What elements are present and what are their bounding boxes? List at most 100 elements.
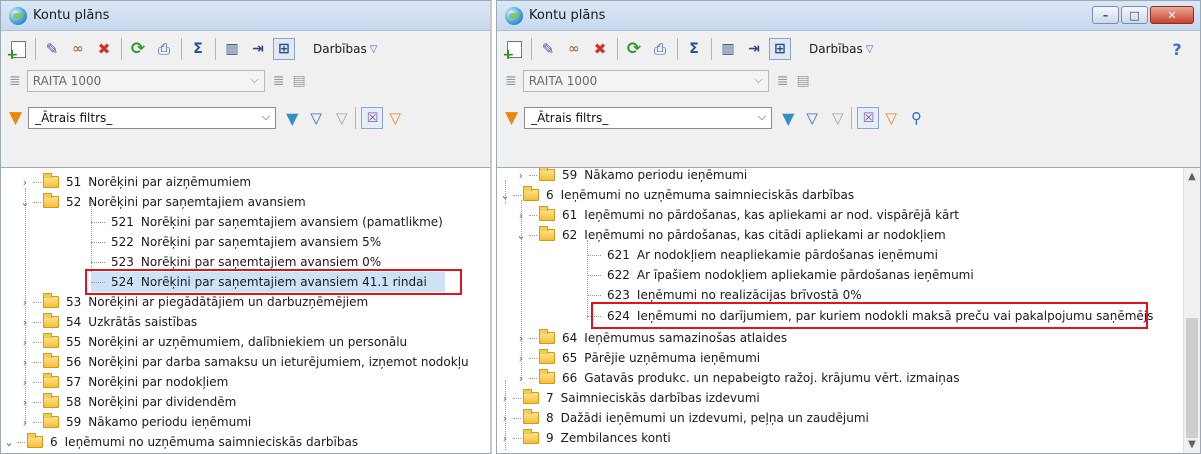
clear-filter-icon[interactable]: ▽ xyxy=(336,109,348,127)
filter-funnel-icon[interactable]: ▼ xyxy=(505,108,518,128)
expand-chevron-icon[interactable]: › xyxy=(499,392,511,405)
new-record-button[interactable] xyxy=(7,38,29,63)
new-record-button[interactable] xyxy=(503,38,525,63)
account-name: Saimnieciskās darbības izdevumi xyxy=(560,391,760,405)
filter-toggle-button[interactable]: ☒ xyxy=(857,107,880,129)
tree-node-62[interactable]: ⌄ 62 Ieņēmumi no pārdošanas, kas citādi a… xyxy=(515,225,946,245)
print-button[interactable]: ⎙ xyxy=(649,38,671,60)
quick-filter-select[interactable]: _Ātrais filtrs_ ⌵ xyxy=(28,107,277,129)
expand-chevron-icon[interactable]: › xyxy=(19,396,31,409)
tree-node-51[interactable]: › 51 Norēķini par aizņēmumiem xyxy=(19,172,251,192)
tree-view-button[interactable]: ⊞ xyxy=(769,38,791,60)
add-filter-icon[interactable]: ▼ xyxy=(286,109,298,128)
expand-chevron-icon[interactable]: › xyxy=(515,332,527,345)
close-button[interactable]: ✕ xyxy=(1150,6,1194,24)
tree-node-66[interactable]: › 66 Gatavās produkc. un nepabeigto ražoj… xyxy=(515,368,960,388)
expand-chevron-icon[interactable]: › xyxy=(19,416,31,429)
tree-node-56[interactable]: › 56 Norēķini par darba samaksu un ieturē… xyxy=(19,352,469,372)
tree-node-59[interactable]: › 59 Nākamo periodu ieņēmumi xyxy=(19,412,251,432)
edit-button[interactable]: ✎ xyxy=(41,38,63,60)
maximize-button[interactable]: □ xyxy=(1121,6,1148,24)
expand-chevron-icon[interactable]: › xyxy=(19,296,31,309)
tree-node-522[interactable]: 522 Norēķini par saņemtajiem avansiem 5% xyxy=(91,232,381,252)
scroll-up-icon[interactable]: ▲ xyxy=(1184,168,1200,185)
expand-chevron-icon[interactable]: › xyxy=(19,316,31,329)
columns-button[interactable]: ▥ xyxy=(717,38,739,60)
darbibas-menu[interactable]: Darbības ▽ xyxy=(313,42,377,56)
tree-node-8[interactable]: › 8 Dažādi ieņēmumi un izdevumi, peļņa un… xyxy=(499,408,869,428)
tree-node-55[interactable]: › 55 Norēķini ar uzņēmumiem, dalībniekiem… xyxy=(19,332,407,352)
company-select[interactable]: RAITA 1000 ⌵ xyxy=(26,70,265,92)
edit-button[interactable]: ✎ xyxy=(537,38,559,60)
columns-button[interactable]: ▥ xyxy=(221,38,243,60)
vertical-scrollbar[interactable]: ▲ ▼ xyxy=(1183,168,1200,453)
collapse-chevron-icon[interactable]: ⌄ xyxy=(515,229,527,242)
company-options-icon[interactable]: ≣ xyxy=(273,73,285,89)
highlight-box xyxy=(591,302,1148,329)
tree-node-59[interactable]: › 59 Nākamo periodu ieņēmumi xyxy=(515,168,747,185)
tree-node-54[interactable]: › 54 Uzkrātās saistības xyxy=(19,312,197,332)
company-details-icon[interactable]: ▤ xyxy=(292,73,305,89)
tree-node-61[interactable]: › 61 Ieņēmumi no pārdošanas, kas apliekam… xyxy=(515,205,959,225)
delete-button[interactable]: ✖ xyxy=(589,38,611,60)
tree-node-57[interactable]: › 57 Norēķini par nodokļiem xyxy=(19,372,228,392)
view-button[interactable]: ∞ xyxy=(67,38,89,60)
tree-node-9[interactable]: › 9 Zembilances konti xyxy=(499,428,671,448)
expand-chevron-icon[interactable]: › xyxy=(19,376,31,389)
clear-filter-icon[interactable]: ▽ xyxy=(832,109,844,127)
tree-node-65[interactable]: › 65 Pārējie uzņēmuma ieņēmumi xyxy=(515,348,760,368)
company-details-icon[interactable]: ▤ xyxy=(796,73,809,89)
expand-chevron-icon[interactable]: › xyxy=(515,169,527,182)
filter-toggle-button[interactable]: ☒ xyxy=(361,107,384,129)
expand-chevron-icon[interactable]: › xyxy=(19,336,31,349)
expand-chevron-icon[interactable]: › xyxy=(19,356,31,369)
scrollbar-thumb[interactable] xyxy=(1186,318,1198,438)
tree-node-622[interactable]: 622 Ar īpašiem nodokļiem apliekamie pārdo… xyxy=(587,265,974,285)
company-select[interactable]: RAITA 1000 ⌵ xyxy=(522,70,769,92)
expand-chevron-icon[interactable]: › xyxy=(515,372,527,385)
collapse-chevron-icon[interactable]: ⌄ xyxy=(499,189,511,202)
indent-button[interactable]: ⇥ xyxy=(743,38,765,60)
tree-node-521[interactable]: 521 Norēķini par saņemtajiem avansiem (pa… xyxy=(91,212,443,232)
refresh-button[interactable]: ⟳ xyxy=(127,38,149,60)
filter-user-icon[interactable]: ⚲ xyxy=(911,109,922,127)
collapse-chevron-icon[interactable]: ⌄ xyxy=(19,196,31,209)
account-name: Dažādi ieņēmumi un izdevumi, peļņa un za… xyxy=(560,411,869,425)
minimize-button[interactable]: – xyxy=(1092,6,1119,24)
collapse-chevron-icon[interactable]: ⌄ xyxy=(3,436,15,449)
tree-view-button[interactable]: ⊞ xyxy=(273,38,295,60)
account-code: 7 xyxy=(546,391,554,405)
tree-node-6[interactable]: ⌄ 6 Ieņēmumi no uzņēmuma saimnieciskās da… xyxy=(499,185,854,205)
edit-filter-icon[interactable]: ▽ xyxy=(806,109,818,127)
expand-chevron-icon[interactable]: › xyxy=(515,352,527,365)
edit-filter-icon[interactable]: ▽ xyxy=(310,109,322,127)
tree-node-64[interactable]: › 64 Ieņēmumus samazinošas atlaides xyxy=(515,328,787,348)
add-filter-icon[interactable]: ▼ xyxy=(782,109,794,128)
company-options-icon[interactable]: ≣ xyxy=(777,73,789,89)
delete-button[interactable]: ✖ xyxy=(93,38,115,60)
view-button[interactable]: ∞ xyxy=(563,38,585,60)
tree-node-7[interactable]: › 7 Saimnieciskās darbības izdevumi xyxy=(499,388,760,408)
tree-node-6[interactable]: ⌄ 6 Ieņēmumi no uzņēmuma saimnieciskās da… xyxy=(3,432,358,452)
help-button[interactable]: ? xyxy=(1166,38,1188,60)
tree-node-52[interactable]: ⌄ 52 Norēķini par saņemtajiem avansiem xyxy=(19,192,306,212)
print-button[interactable]: ⎙ xyxy=(153,38,175,60)
sum-button[interactable]: Σ xyxy=(187,38,209,60)
scroll-down-icon[interactable]: ▼ xyxy=(1184,436,1200,453)
tree-node-53[interactable]: › 53 Norēķini ar piegādātājiem un darbuzņ… xyxy=(19,292,368,312)
refresh-button[interactable]: ⟳ xyxy=(623,38,645,60)
expand-chevron-icon[interactable]: › xyxy=(19,176,31,189)
filter-funnel-icon[interactable]: ▼ xyxy=(9,108,22,128)
filter-settings-icon[interactable]: ▽ xyxy=(389,109,401,127)
quick-filter-select[interactable]: _Ātrais filtrs_ ⌵ xyxy=(524,107,773,129)
sum-button[interactable]: Σ xyxy=(683,38,705,60)
expand-chevron-icon[interactable]: › xyxy=(499,432,511,445)
indent-button[interactable]: ⇥ xyxy=(247,38,269,60)
darbibas-menu[interactable]: Darbības ▽ xyxy=(809,42,873,56)
expand-chevron-icon[interactable]: › xyxy=(515,209,527,222)
account-name: Uzkrātās saistības xyxy=(88,315,198,329)
expand-chevron-icon[interactable]: › xyxy=(499,412,511,425)
tree-node-621[interactable]: 621 Ar nodokļiem neapliekamie pārdošanas … xyxy=(587,245,938,265)
tree-node-58[interactable]: › 58 Norēķini par dividendēm xyxy=(19,392,236,412)
filter-settings-icon[interactable]: ▽ xyxy=(885,109,897,127)
